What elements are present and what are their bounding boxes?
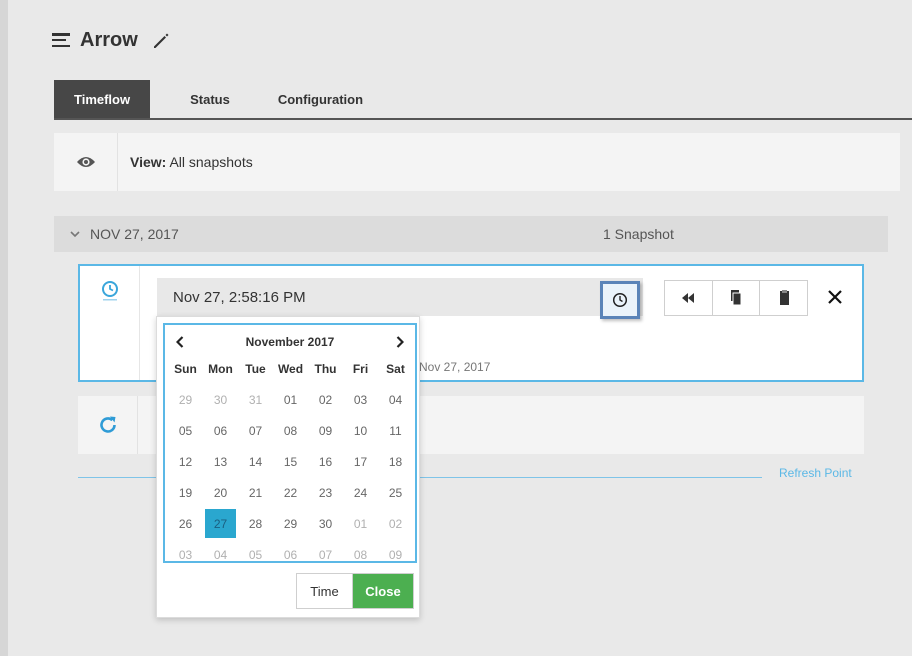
clock-icon — [612, 292, 628, 308]
snapshot-clock-icon — [101, 281, 118, 301]
refresh-icon[interactable] — [96, 413, 120, 437]
calendar-day[interactable]: 03 — [168, 539, 203, 570]
hamburger-menu-icon[interactable] — [52, 33, 70, 47]
time-button[interactable]: Time — [297, 574, 353, 608]
view-icon-cell — [54, 133, 118, 191]
calendar-day[interactable]: 07 — [308, 539, 343, 570]
eye-icon — [76, 157, 95, 167]
calendar-day[interactable]: 30 — [203, 384, 238, 415]
view-value: All snapshots — [169, 154, 253, 170]
calendar-day[interactable]: 16 — [308, 446, 343, 477]
calendar-day[interactable]: 22 — [273, 477, 308, 508]
weekday-label: Tue — [245, 362, 266, 376]
calendar-day[interactable]: 30 — [308, 508, 343, 539]
calendar-day[interactable]: 15 — [273, 446, 308, 477]
picker-button-group: Time Close — [296, 573, 414, 609]
group-snapshot-count: 1 Snapshot — [603, 226, 674, 242]
calendar-day[interactable]: 09 — [378, 539, 413, 570]
weekday-label: Wed — [277, 362, 304, 376]
weekday-header: Sun Mon Tue Wed Thu Fri Sat — [168, 362, 413, 376]
calendar-day[interactable]: 03 — [343, 384, 378, 415]
calendar-day[interactable]: 20 — [203, 477, 238, 508]
calendar-day[interactable]: 18 — [378, 446, 413, 477]
timestamp-input[interactable] — [157, 278, 643, 316]
calendar-day[interactable]: 13 — [203, 446, 238, 477]
group-date: NOV 27, 2017 — [90, 226, 179, 242]
calendar-day[interactable]: 29 — [273, 508, 308, 539]
calendar-day[interactable]: 08 — [343, 539, 378, 570]
calendar-month-label[interactable]: November 2017 — [165, 335, 415, 349]
calendar-day[interactable]: 17 — [343, 446, 378, 477]
calendar-day[interactable]: 07 — [238, 415, 273, 446]
chevron-down-icon[interactable] — [70, 230, 80, 238]
snapshot-icon-cell — [80, 266, 140, 380]
weekday-label: Sat — [386, 362, 405, 376]
calendar-day[interactable]: 05 — [168, 415, 203, 446]
calendar-day[interactable]: 26 — [168, 508, 203, 539]
tab-timeflow[interactable]: Timeflow — [54, 80, 151, 118]
calendar-day[interactable]: 01 — [273, 384, 308, 415]
calendar-day[interactable]: 11 — [378, 415, 413, 446]
tab-configuration[interactable]: Configuration — [258, 80, 383, 118]
weekday-label: Mon — [208, 362, 233, 376]
calendar-day[interactable]: 06 — [203, 415, 238, 446]
calendar-day[interactable]: 21 — [238, 477, 273, 508]
calendar-day[interactable]: 05 — [238, 539, 273, 570]
copy-button[interactable] — [713, 281, 761, 315]
calendar-day[interactable]: 14 — [238, 446, 273, 477]
calendar-day[interactable]: 23 — [308, 477, 343, 508]
tab-status[interactable]: Status — [170, 80, 250, 118]
page-header: Arrow — [52, 26, 174, 54]
close-button[interactable]: Close — [353, 574, 413, 608]
date-picker-popup: November 2017 Sun Mon Tue Wed Thu Fri Sa… — [156, 316, 420, 618]
rewind-button[interactable] — [665, 281, 713, 315]
calendar-day[interactable]: 02 — [378, 508, 413, 539]
calendar-day[interactable]: 12 — [168, 446, 203, 477]
calendar-day[interactable]: 02 — [308, 384, 343, 415]
calendar-day[interactable]: 08 — [273, 415, 308, 446]
close-x-icon — [828, 290, 842, 304]
view-filter-text: View: All snapshots — [130, 154, 253, 170]
calendar-day[interactable]: 25 — [378, 477, 413, 508]
view-label: View: — [130, 154, 167, 170]
page: Arrow Timeflow Status Configuration View… — [8, 0, 912, 656]
timestamp-field — [157, 278, 643, 316]
calendar-day[interactable]: 01 — [343, 508, 378, 539]
time-picker-button[interactable] — [600, 281, 640, 319]
refresh-point-label[interactable]: Refresh Point — [779, 466, 852, 480]
calendar-day[interactable]: 24 — [343, 477, 378, 508]
snapshot-action-group — [664, 280, 808, 316]
view-filter-row[interactable]: View: All snapshots — [54, 133, 900, 191]
calendar-day[interactable]: 28 — [238, 508, 273, 539]
calendar-header: November 2017 — [165, 333, 415, 351]
calendar-day[interactable]: 31 — [238, 384, 273, 415]
calendar-day[interactable]: 06 — [273, 539, 308, 570]
calendar-day-selected[interactable]: 27 — [205, 509, 236, 538]
calendar-day-grid: 29 30 31 01 02 03 04 05 06 07 08 09 10 1… — [168, 384, 413, 570]
copy-icon — [731, 290, 742, 306]
calendar-day[interactable]: 19 — [168, 477, 203, 508]
calendar-day[interactable]: 04 — [378, 384, 413, 415]
calendar-day[interactable]: 04 — [203, 539, 238, 570]
left-edge — [0, 0, 8, 656]
rewind-icon — [682, 293, 695, 303]
calendar-day[interactable]: 09 — [308, 415, 343, 446]
chevron-right-icon — [396, 336, 404, 348]
next-month-button[interactable] — [393, 334, 407, 350]
refresh-icon-cell — [78, 396, 138, 454]
weekday-label: Thu — [314, 362, 337, 376]
snapshot-date: Nov 27, 2017 — [419, 360, 491, 374]
paste-icon — [779, 290, 789, 305]
paste-button[interactable] — [760, 281, 807, 315]
page-title: Arrow — [80, 28, 138, 51]
calendar-day[interactable]: 10 — [343, 415, 378, 446]
tab-bar: Timeflow Status Configuration — [54, 80, 912, 120]
close-icon[interactable] — [824, 286, 846, 308]
calendar-day[interactable]: 29 — [168, 384, 203, 415]
calendar: November 2017 Sun Mon Tue Wed Thu Fri Sa… — [163, 323, 417, 563]
weekday-label: Sun — [174, 362, 197, 376]
pencil-icon[interactable] — [150, 28, 174, 52]
snapshot-date-group[interactable]: NOV 27, 2017 1 Snapshot — [54, 216, 888, 252]
weekday-label: Fri — [352, 362, 369, 376]
